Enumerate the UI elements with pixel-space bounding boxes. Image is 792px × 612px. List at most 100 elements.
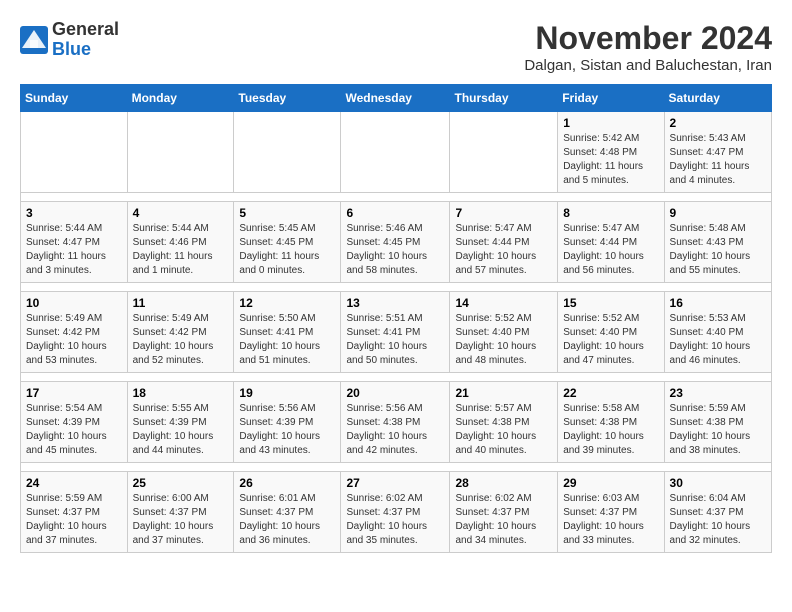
- day-info: Sunrise: 5:43 AM Sunset: 4:47 PM Dayligh…: [670, 132, 766, 188]
- day-number: 3: [26, 206, 122, 220]
- day-number: 28: [455, 476, 552, 490]
- calendar-cell: 23Sunrise: 5:59 AM Sunset: 4:38 PM Dayli…: [664, 382, 771, 463]
- day-number: 19: [239, 386, 335, 400]
- day-number: 16: [670, 296, 766, 310]
- day-number: 11: [133, 296, 229, 310]
- calendar-cell: [450, 112, 558, 193]
- day-number: 6: [346, 206, 444, 220]
- day-number: 30: [670, 476, 766, 490]
- calendar-cell: 4 Sunrise: 5:44 AM Sunset: 4:46 PM Daylig…: [127, 202, 234, 283]
- day-number: 12: [239, 296, 335, 310]
- calendar-cell: 27Sunrise: 6:02 AM Sunset: 4:37 PM Dayli…: [341, 472, 450, 553]
- weekday-header: Wednesday: [341, 85, 450, 112]
- day-number: 4: [133, 206, 229, 220]
- day-number: 22: [563, 386, 658, 400]
- weekday-header: Tuesday: [234, 85, 341, 112]
- day-info: Sunrise: 6:02 AM Sunset: 4:37 PM Dayligh…: [455, 492, 552, 548]
- day-info: Sunrise: 5:56 AM Sunset: 4:39 PM Dayligh…: [239, 402, 335, 458]
- day-info: Sunrise: 6:01 AM Sunset: 4:37 PM Dayligh…: [239, 492, 335, 548]
- day-info: Sunrise: 6:03 AM Sunset: 4:37 PM Dayligh…: [563, 492, 658, 548]
- weekday-header: Friday: [558, 85, 664, 112]
- calendar-cell: [21, 112, 128, 193]
- day-number: 17: [26, 386, 122, 400]
- day-info: Sunrise: 5:49 AM Sunset: 4:42 PM Dayligh…: [26, 312, 122, 368]
- calendar-cell: 18 Sunrise: 5:55 AM Sunset: 4:39 PM Dayli…: [127, 382, 234, 463]
- calendar-week-row: 3 Sunrise: 5:44 AM Sunset: 4:47 PM Daylig…: [21, 202, 772, 283]
- calendar-week-row: 1 Sunrise: 5:42 AM Sunset: 4:48 PM Daylig…: [21, 112, 772, 193]
- day-info: Sunrise: 5:45 AM Sunset: 4:45 PM Dayligh…: [239, 222, 335, 278]
- day-info: Sunrise: 5:55 AM Sunset: 4:39 PM Dayligh…: [133, 402, 229, 458]
- calendar-cell: 1 Sunrise: 5:42 AM Sunset: 4:48 PM Daylig…: [558, 112, 664, 193]
- calendar-cell: 7Sunrise: 5:47 AM Sunset: 4:44 PM Daylig…: [450, 202, 558, 283]
- weekday-row: SundayMondayTuesdayWednesdayThursdayFrid…: [21, 85, 772, 112]
- day-info: Sunrise: 5:44 AM Sunset: 4:46 PM Dayligh…: [133, 222, 229, 278]
- calendar-cell: 26 Sunrise: 6:01 AM Sunset: 4:37 PM Dayli…: [234, 472, 341, 553]
- day-number: 14: [455, 296, 552, 310]
- calendar-table: SundayMondayTuesdayWednesdayThursdayFrid…: [20, 84, 772, 553]
- calendar-cell: 13Sunrise: 5:51 AM Sunset: 4:41 PM Dayli…: [341, 292, 450, 373]
- day-info: Sunrise: 5:54 AM Sunset: 4:39 PM Dayligh…: [26, 402, 122, 458]
- calendar-cell: 11 Sunrise: 5:49 AM Sunset: 4:42 PM Dayli…: [127, 292, 234, 373]
- calendar-cell: 17 Sunrise: 5:54 AM Sunset: 4:39 PM Dayli…: [21, 382, 128, 463]
- calendar-cell: 16Sunrise: 5:53 AM Sunset: 4:40 PM Dayli…: [664, 292, 771, 373]
- day-info: Sunrise: 5:57 AM Sunset: 4:38 PM Dayligh…: [455, 402, 552, 458]
- day-info: Sunrise: 5:52 AM Sunset: 4:40 PM Dayligh…: [455, 312, 552, 368]
- day-number: 24: [26, 476, 122, 490]
- calendar-cell: 12 Sunrise: 5:50 AM Sunset: 4:41 PM Dayli…: [234, 292, 341, 373]
- calendar-cell: 28 Sunrise: 6:02 AM Sunset: 4:37 PM Dayli…: [450, 472, 558, 553]
- calendar-cell: 5 Sunrise: 5:45 AM Sunset: 4:45 PM Daylig…: [234, 202, 341, 283]
- logo-blue-text: Blue: [52, 39, 91, 59]
- day-info: Sunrise: 5:59 AM Sunset: 4:37 PM Dayligh…: [26, 492, 122, 548]
- calendar-cell: 10 Sunrise: 5:49 AM Sunset: 4:42 PM Dayli…: [21, 292, 128, 373]
- day-number: 2: [670, 116, 766, 130]
- logo-general: General: [52, 19, 119, 39]
- weekday-header: Sunday: [21, 85, 128, 112]
- header: General Blue November 2024 Dalgan, Sista…: [20, 20, 772, 74]
- day-number: 13: [346, 296, 444, 310]
- title-area: November 2024 Dalgan, Sistan and Baluche…: [524, 20, 772, 74]
- calendar-cell: 22Sunrise: 5:58 AM Sunset: 4:38 PM Dayli…: [558, 382, 664, 463]
- day-info: Sunrise: 6:00 AM Sunset: 4:37 PM Dayligh…: [133, 492, 229, 548]
- calendar-cell: [127, 112, 234, 193]
- calendar-cell: 20 Sunrise: 5:56 AM Sunset: 4:38 PM Dayli…: [341, 382, 450, 463]
- calendar-title: November 2024: [524, 20, 772, 57]
- day-number: 5: [239, 206, 335, 220]
- logo-icon: [20, 26, 48, 54]
- calendar-cell: [341, 112, 450, 193]
- row-divider: [21, 193, 772, 202]
- calendar-cell: 29 Sunrise: 6:03 AM Sunset: 4:37 PM Dayli…: [558, 472, 664, 553]
- day-info: Sunrise: 5:50 AM Sunset: 4:41 PM Dayligh…: [239, 312, 335, 368]
- logo-text: General Blue: [52, 20, 119, 60]
- day-number: 1: [563, 116, 658, 130]
- weekday-header: Thursday: [450, 85, 558, 112]
- day-info: Sunrise: 5:44 AM Sunset: 4:47 PM Dayligh…: [26, 222, 122, 278]
- day-number: 29: [563, 476, 658, 490]
- calendar-cell: 19 Sunrise: 5:56 AM Sunset: 4:39 PM Dayli…: [234, 382, 341, 463]
- day-info: Sunrise: 5:49 AM Sunset: 4:42 PM Dayligh…: [133, 312, 229, 368]
- calendar-cell: 15Sunrise: 5:52 AM Sunset: 4:40 PM Dayli…: [558, 292, 664, 373]
- calendar-header: SundayMondayTuesdayWednesdayThursdayFrid…: [21, 85, 772, 112]
- row-divider: [21, 283, 772, 292]
- row-divider: [21, 463, 772, 472]
- weekday-header: Monday: [127, 85, 234, 112]
- day-info: Sunrise: 5:42 AM Sunset: 4:48 PM Dayligh…: [563, 132, 658, 188]
- day-number: 15: [563, 296, 658, 310]
- calendar-cell: 2 Sunrise: 5:43 AM Sunset: 4:47 PM Daylig…: [664, 112, 771, 193]
- calendar-week-row: 24 Sunrise: 5:59 AM Sunset: 4:37 PM Dayli…: [21, 472, 772, 553]
- calendar-cell: 3 Sunrise: 5:44 AM Sunset: 4:47 PM Daylig…: [21, 202, 128, 283]
- day-info: Sunrise: 5:47 AM Sunset: 4:44 PM Dayligh…: [455, 222, 552, 278]
- calendar-cell: 8Sunrise: 5:47 AM Sunset: 4:44 PM Daylig…: [558, 202, 664, 283]
- calendar-cell: 30 Sunrise: 6:04 AM Sunset: 4:37 PM Dayli…: [664, 472, 771, 553]
- day-number: 26: [239, 476, 335, 490]
- weekday-header: Saturday: [664, 85, 771, 112]
- calendar-cell: 25Sunrise: 6:00 AM Sunset: 4:37 PM Dayli…: [127, 472, 234, 553]
- day-number: 10: [26, 296, 122, 310]
- day-info: Sunrise: 5:46 AM Sunset: 4:45 PM Dayligh…: [346, 222, 444, 278]
- day-info: Sunrise: 5:56 AM Sunset: 4:38 PM Dayligh…: [346, 402, 444, 458]
- calendar-subtitle: Dalgan, Sistan and Baluchestan, Iran: [524, 57, 772, 74]
- day-number: 20: [346, 386, 444, 400]
- row-divider: [21, 373, 772, 382]
- day-number: 18: [133, 386, 229, 400]
- logo: General Blue: [20, 20, 119, 60]
- day-info: Sunrise: 6:04 AM Sunset: 4:37 PM Dayligh…: [670, 492, 766, 548]
